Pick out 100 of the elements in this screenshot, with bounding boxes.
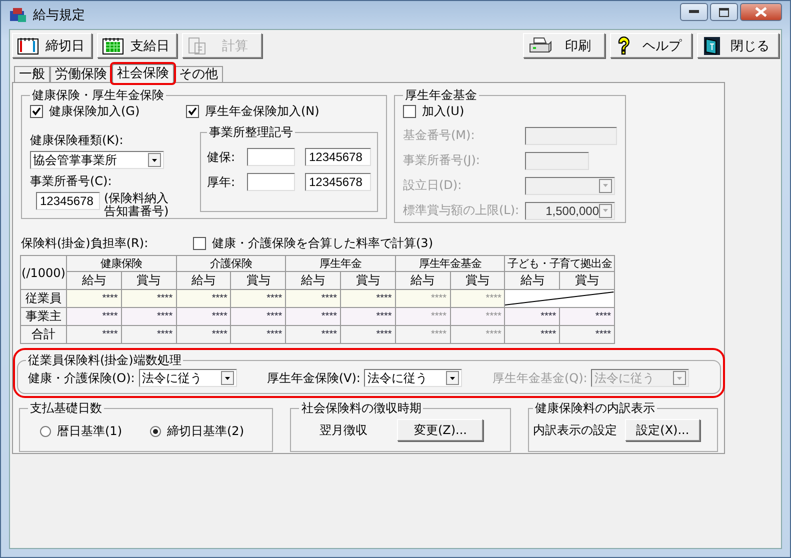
field-label: 厚年: (207, 174, 236, 190)
table-header: 給与 (286, 272, 340, 290)
field-label: 健康保険種類(K): (30, 132, 124, 149)
field-label: 事業所番号(C): (30, 173, 113, 190)
dropdown-value: 法令に従う (142, 370, 203, 386)
setting-label: 内訳表示の設定 (533, 422, 618, 438)
table-cell[interactable]: **** (66, 326, 122, 344)
table-cell[interactable]: **** (504, 326, 560, 344)
table-header: 給与 (176, 272, 231, 290)
field-label: 健保: (207, 148, 236, 166)
table-header: 賞与 (560, 272, 614, 290)
field-label: 設立日(D): (403, 177, 463, 194)
table-cell[interactable]: **** (340, 326, 396, 344)
checkbox[interactable] (403, 105, 416, 118)
input-field[interactable]: 12345678 (305, 173, 371, 191)
toolbar-button[interactable]: 閉じる (697, 33, 779, 58)
table-header: 賞与 (450, 272, 505, 290)
table-header: 給与 (66, 272, 122, 290)
table-cell[interactable]: **** (176, 326, 231, 344)
field-label: 厚生年金保険(V): (266, 370, 360, 386)
dropdown-value: 1,500,000 (544, 204, 599, 218)
minimize-button[interactable] (680, 3, 708, 21)
group-title: 従業員保険料(掛金)端数処理 (27, 352, 182, 369)
input-field[interactable] (525, 152, 589, 170)
table-header: 給与 (395, 272, 450, 290)
group-title: 健康保険料の内訳表示 (534, 400, 656, 417)
table-cell[interactable]: **** (121, 326, 176, 344)
app-icon (9, 7, 27, 23)
table-header: 賞与 (340, 272, 396, 290)
checkbox-label: 厚生年金保険加入(N) (205, 103, 320, 120)
calendar-icon (102, 36, 124, 54)
checkbox[interactable] (30, 105, 43, 118)
tab[interactable]: 社会保険 (112, 64, 174, 83)
maximize-button[interactable] (710, 3, 738, 21)
checkbox-label: 健康保険加入(G) (49, 103, 140, 120)
tab[interactable]: その他 (174, 66, 223, 82)
radio-label: 暦日基準(1) (57, 423, 122, 440)
input-field[interactable] (525, 126, 617, 144)
group-title: 社会保険料の徴収時期 (300, 400, 422, 417)
table-cell[interactable]: **** (230, 326, 286, 344)
toolbar-button[interactable]: 締切日 (12, 33, 92, 58)
dropdown[interactable]: 法令に従う (364, 369, 462, 387)
input-field[interactable]: 12345678 (305, 148, 371, 166)
toolbar-button[interactable]: 印刷 (523, 33, 605, 58)
field-label: 健康・介護保険(O): (28, 370, 135, 386)
toolbar-button[interactable]: ヘルプ (610, 33, 692, 58)
table-header: 給与 (504, 272, 560, 290)
maximize-icon (719, 8, 729, 16)
table-header: 賞与 (230, 272, 286, 290)
dropdown-value: 法令に従う (367, 370, 428, 386)
printer-icon (528, 36, 552, 54)
section-label: 保険料(掛金)負担率(R): (21, 235, 150, 252)
checkbox[interactable] (186, 105, 199, 118)
table-header: 賞与 (121, 272, 176, 290)
tab[interactable]: 労働保険 (50, 66, 112, 82)
field-label: 基金番号(M): (403, 127, 476, 144)
input-field[interactable] (247, 173, 295, 191)
note-text: (保険料納入 (104, 192, 169, 205)
checkbox[interactable] (193, 237, 206, 250)
radio-label: 締切日基準(2) (167, 423, 244, 440)
tab[interactable]: 一般 (14, 66, 50, 82)
input-field[interactable] (247, 148, 295, 166)
toolbar-button[interactable]: 支給日 (97, 33, 177, 58)
dropdown-value: 協会管掌事業所 (33, 152, 118, 168)
group-title: 健康保険・厚生年金保険 (31, 87, 165, 104)
field-label: 標準賞与額の上限(L): (403, 202, 520, 219)
dropdown[interactable]: 法令に従う (138, 369, 237, 387)
dropdown[interactable] (525, 176, 615, 194)
radio-button[interactable] (150, 426, 161, 437)
checkbox-label: 加入(U) (422, 103, 464, 120)
row-header: 従業員 (20, 290, 66, 308)
change-button[interactable]: 変更(Z)... (397, 419, 484, 441)
table-header: 厚生年金基金 (395, 256, 505, 272)
table-header: 介護保険 (176, 256, 286, 272)
table-header: 子ども・子育て拠出金 (504, 256, 614, 272)
dropdown-value: 法令に従う (594, 370, 656, 386)
window-title: 給与規定 (33, 7, 85, 24)
status-text: 翌月徴収 (319, 422, 368, 438)
close-button[interactable] (740, 3, 782, 21)
group-title: 支払基礎日数 (29, 400, 103, 417)
settings-button[interactable]: 設定(X)... (625, 419, 700, 441)
checkbox-label: 健康・介護保険を合算した料率で計算(3) (212, 235, 433, 252)
group-title: 事業所整理記号 (208, 124, 294, 141)
exit-door-icon (702, 36, 722, 56)
office-number-field[interactable]: 12345678 (36, 192, 100, 210)
minimize-icon (689, 10, 699, 14)
field-label: 事業所番号(J): (403, 152, 481, 169)
field-label: 厚生年金基金(Q): (492, 370, 588, 386)
row-header: 合計 (20, 326, 66, 344)
calendar-icon (17, 36, 39, 54)
dropdown[interactable]: 協会管掌事業所 (30, 151, 164, 169)
group-title: 厚生年金基金 (404, 87, 478, 104)
table-cell[interactable]: **** (286, 326, 340, 344)
row-header: 事業主 (20, 308, 66, 326)
table-header: 健康保険 (66, 256, 176, 272)
table-header: (/1000) (20, 256, 66, 290)
close-icon (755, 7, 767, 17)
table-header: 厚生年金 (286, 256, 396, 272)
radio-button[interactable] (40, 426, 51, 437)
table-cell[interactable]: **** (560, 326, 614, 344)
